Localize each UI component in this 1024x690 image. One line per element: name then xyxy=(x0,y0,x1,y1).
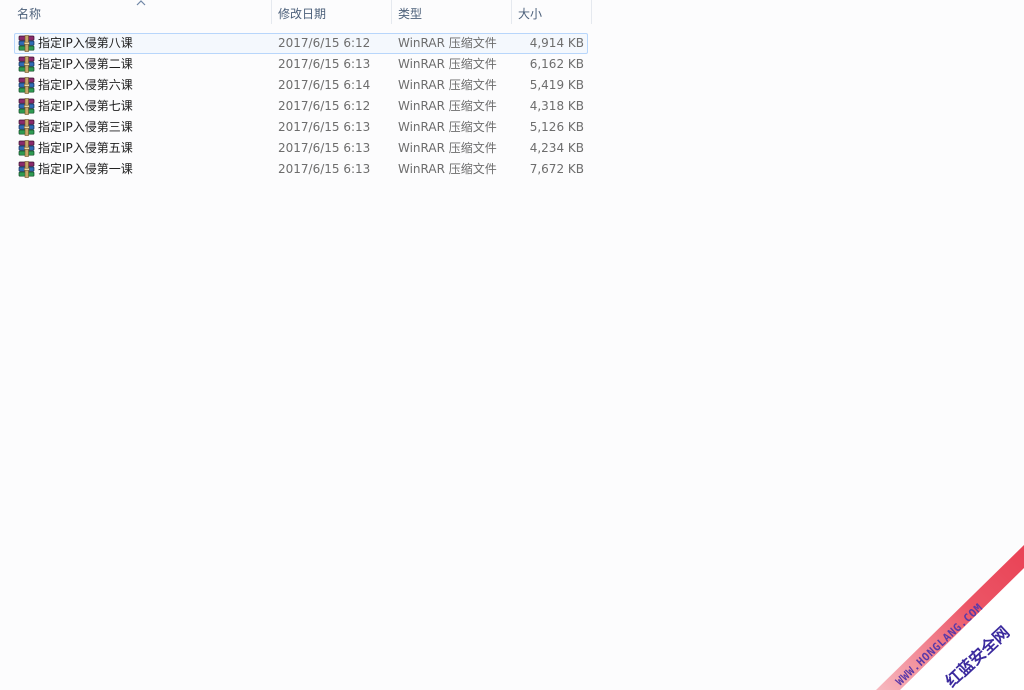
column-header-date-label: 修改日期 xyxy=(278,7,327,21)
watermark-band xyxy=(876,545,1024,690)
file-size: 4,234 KB xyxy=(529,141,584,155)
winrar-archive-icon xyxy=(18,98,36,115)
watermark-site-text: WWW.HONGLANG.COM xyxy=(893,601,985,688)
file-size: 4,914 KB xyxy=(529,36,584,50)
file-type: WinRAR 压缩文件 xyxy=(398,99,497,113)
file-row[interactable]: 指定IP入侵第六课 2017/6/15 6:14 WinRAR 压缩文件 5,4… xyxy=(14,75,588,96)
column-header-name[interactable]: 名称 xyxy=(0,0,272,24)
file-type: WinRAR 压缩文件 xyxy=(398,57,497,71)
file-modified-date: 2017/6/15 6:13 xyxy=(278,141,371,155)
file-modified-date: 2017/6/15 6:12 xyxy=(278,99,371,113)
file-list: 指定IP入侵第八课 2017/6/15 6:12 WinRAR 压缩文件 4,9… xyxy=(14,33,588,180)
file-row[interactable]: 指定IP入侵第八课 2017/6/15 6:12 WinRAR 压缩文件 4,9… xyxy=(14,33,588,54)
file-name: 指定IP入侵第二课 xyxy=(38,57,133,71)
file-row[interactable]: 指定IP入侵第一课 2017/6/15 6:13 WinRAR 压缩文件 7,6… xyxy=(14,159,588,180)
winrar-archive-icon xyxy=(18,35,36,52)
file-size: 6,162 KB xyxy=(529,57,584,71)
winrar-archive-icon xyxy=(18,161,36,178)
file-type: WinRAR 压缩文件 xyxy=(398,141,497,155)
file-modified-date: 2017/6/15 6:13 xyxy=(278,57,371,71)
file-row[interactable]: 指定IP入侵第二课 2017/6/15 6:13 WinRAR 压缩文件 6,1… xyxy=(14,54,588,75)
file-size: 7,672 KB xyxy=(529,162,584,176)
file-type: WinRAR 压缩文件 xyxy=(398,162,497,176)
file-row[interactable]: 指定IP入侵第五课 2017/6/15 6:13 WinRAR 压缩文件 4,2… xyxy=(14,138,588,159)
winrar-archive-icon xyxy=(18,77,36,94)
file-row[interactable]: 指定IP入侵第七课 2017/6/15 6:12 WinRAR 压缩文件 4,3… xyxy=(14,96,588,117)
column-header-type[interactable]: 类型 xyxy=(392,0,512,24)
column-header-size-label: 大小 xyxy=(518,7,543,21)
watermark-brand-text: 红蓝安全网 xyxy=(942,622,1013,690)
file-name: 指定IP入侵第五课 xyxy=(38,141,133,155)
file-name: 指定IP入侵第六课 xyxy=(38,78,133,92)
file-name: 指定IP入侵第八课 xyxy=(38,36,133,50)
file-name: 指定IP入侵第一课 xyxy=(38,162,133,176)
file-name: 指定IP入侵第七课 xyxy=(38,99,133,113)
file-size: 5,419 KB xyxy=(529,78,584,92)
site-watermark: WWW.HONGLANG.COM 红蓝安全网 xyxy=(864,540,1024,690)
file-size: 4,318 KB xyxy=(529,99,584,113)
winrar-archive-icon xyxy=(18,140,36,157)
file-explorer: 名称 修改日期 类型 大小 指定IP入侵第八课 2017/6/15 6:12 W… xyxy=(0,0,1024,690)
file-modified-date: 2017/6/15 6:12 xyxy=(278,36,371,50)
file-type: WinRAR 压缩文件 xyxy=(398,78,497,92)
file-modified-date: 2017/6/15 6:13 xyxy=(278,162,371,176)
file-row[interactable]: 指定IP入侵第三课 2017/6/15 6:13 WinRAR 压缩文件 5,1… xyxy=(14,117,588,138)
column-header-type-label: 类型 xyxy=(398,7,423,21)
column-header-bar: 名称 修改日期 类型 大小 xyxy=(0,0,592,24)
column-header-date[interactable]: 修改日期 xyxy=(272,0,392,24)
file-modified-date: 2017/6/15 6:14 xyxy=(278,78,371,92)
column-header-name-label: 名称 xyxy=(17,7,42,21)
file-size: 5,126 KB xyxy=(529,120,584,134)
column-header-size[interactable]: 大小 xyxy=(512,0,592,24)
file-modified-date: 2017/6/15 6:13 xyxy=(278,120,371,134)
sort-ascending-icon xyxy=(136,0,146,6)
file-type: WinRAR 压缩文件 xyxy=(398,36,497,50)
winrar-archive-icon xyxy=(18,56,36,73)
file-name: 指定IP入侵第三课 xyxy=(38,120,133,134)
winrar-archive-icon xyxy=(18,119,36,136)
file-type: WinRAR 压缩文件 xyxy=(398,120,497,134)
